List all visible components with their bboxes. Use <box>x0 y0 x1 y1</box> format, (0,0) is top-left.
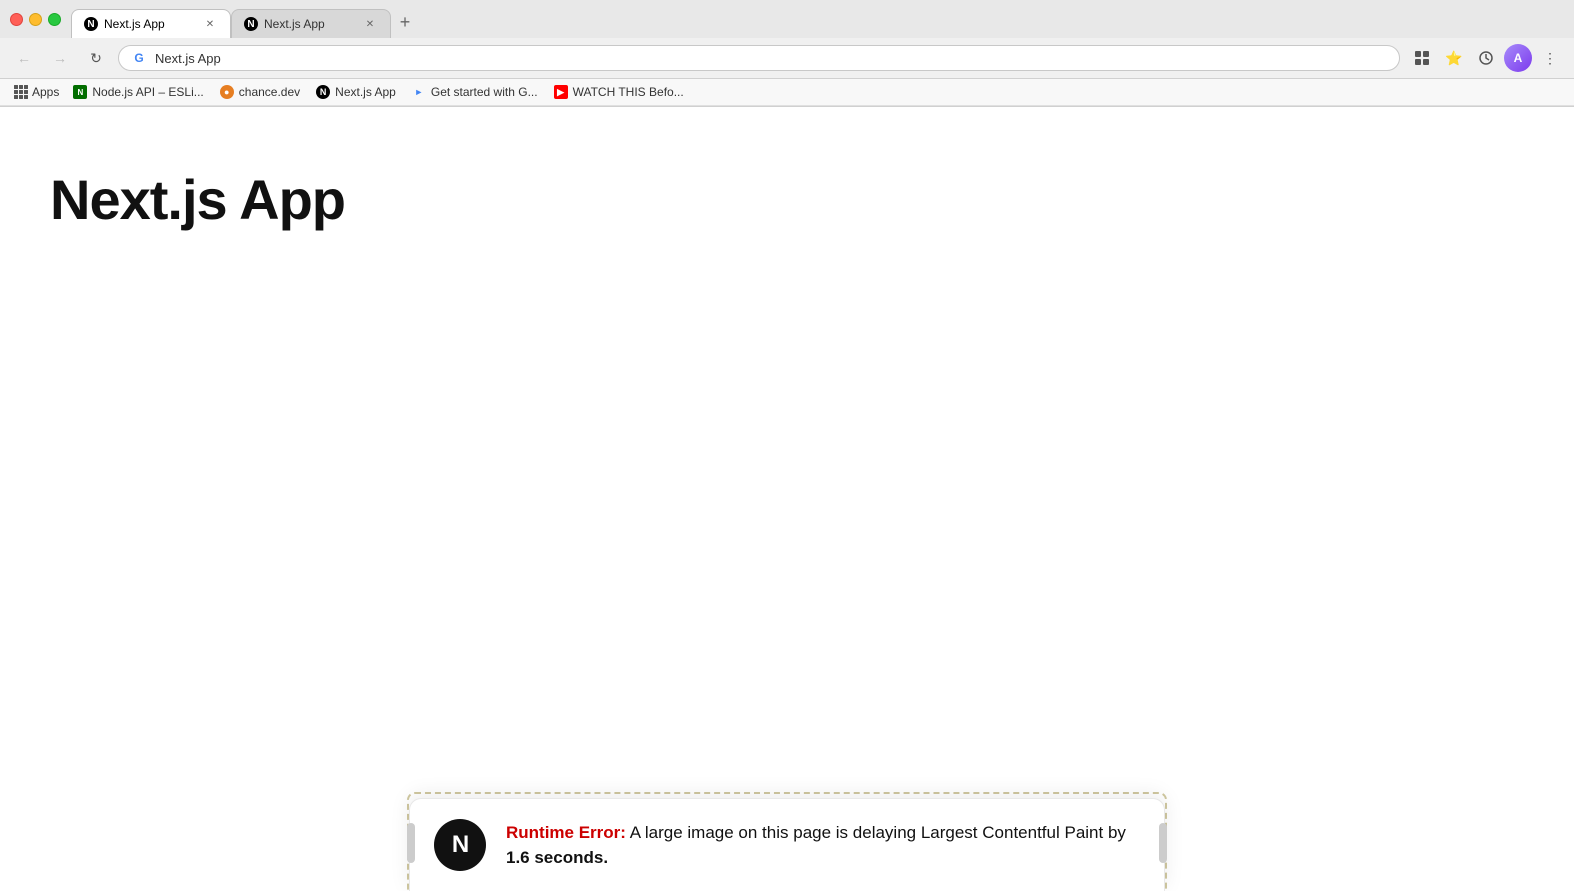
apps-label: Apps <box>32 85 59 99</box>
bookmark-item-node[interactable]: N Node.js API – ESLi... <box>67 83 209 101</box>
menu-button[interactable]: ⋮ <box>1536 44 1564 72</box>
bookmark-title-node: Node.js API – ESLi... <box>92 85 203 99</box>
traffic-lights <box>10 13 61 34</box>
nextjs-logo-letter: N <box>452 831 468 859</box>
bookmarks-apps[interactable]: Apps <box>10 83 63 101</box>
bookmark-favicon-youtube: ▶ <box>554 85 568 99</box>
address-favicon: G <box>131 50 147 66</box>
bookmark-item-gsuite[interactable]: ► Get started with G... <box>406 83 544 101</box>
tab-close-2[interactable]: ✕ <box>362 16 378 32</box>
tab-favicon-2: N <box>244 17 258 31</box>
tab-close-1[interactable]: ✕ <box>202 16 218 32</box>
tab-title-2: Next.js App <box>264 17 356 31</box>
minimize-window-button[interactable] <box>29 13 42 26</box>
page-heading: Next.js App <box>0 107 1574 232</box>
bookmark-item-nextjs[interactable]: N Next.js App <box>310 83 402 101</box>
runtime-error-icon: N <box>434 819 486 871</box>
page-content: Next.js App N Runtime Error: A large ima… <box>0 107 1574 891</box>
apps-grid-icon <box>14 85 28 99</box>
history-button[interactable] <box>1472 44 1500 72</box>
profile-avatar[interactable]: A <box>1504 44 1532 72</box>
back-button[interactable]: ← <box>10 44 38 72</box>
reload-button[interactable]: ↻ <box>82 44 110 72</box>
runtime-error-message: Runtime Error: A large image on this pag… <box>506 820 1140 871</box>
close-window-button[interactable] <box>10 13 23 26</box>
tab-title-1: Next.js App <box>104 17 196 31</box>
nav-bar: ← → ↻ G Next.js App ⭐ <box>0 38 1574 79</box>
bookmark-favicon-nextjs: N <box>316 85 330 99</box>
bookmarks-bar: Apps N Node.js API – ESLi... ● chance.de… <box>0 79 1574 106</box>
bookmark-item-chance[interactable]: ● chance.dev <box>214 83 306 101</box>
browser-tab-2[interactable]: N Next.js App ✕ <box>231 9 391 38</box>
forward-button[interactable]: → <box>46 44 74 72</box>
runtime-error-container: N Runtime Error: A large image on this p… <box>407 792 1167 891</box>
error-duration: 1.6 seconds. <box>506 848 608 867</box>
runtime-error-box: N Runtime Error: A large image on this p… <box>409 798 1165 891</box>
bookmark-item-youtube[interactable]: ▶ WATCH THIS Befo... <box>548 83 690 101</box>
browser-tab-1[interactable]: N Next.js App ✕ <box>71 9 231 38</box>
tabs-container: N Next.js App ✕ N Next.js App ✕ + <box>71 8 1564 38</box>
extensions-button[interactable] <box>1408 44 1436 72</box>
error-label: Runtime Error: <box>506 823 626 842</box>
error-message-text: A large image on this page is delaying L… <box>626 823 1126 842</box>
new-tab-button[interactable]: + <box>391 8 419 36</box>
maximize-window-button[interactable] <box>48 13 61 26</box>
address-bar[interactable]: G Next.js App <box>118 45 1400 71</box>
tab-favicon-1: N <box>84 17 98 31</box>
bookmark-title-nextjs: Next.js App <box>335 85 396 99</box>
address-text: Next.js App <box>155 51 1387 66</box>
bookmark-favicon-gsuite: ► <box>412 85 426 99</box>
bookmark-title-gsuite: Get started with G... <box>431 85 538 99</box>
title-bar: N Next.js App ✕ N Next.js App ✕ + <box>0 0 1574 38</box>
bookmark-favicon-node: N <box>73 85 87 99</box>
bookmark-title-chance: chance.dev <box>239 85 300 99</box>
browser-chrome: N Next.js App ✕ N Next.js App ✕ + ← → ↻ … <box>0 0 1574 107</box>
nav-actions: ⭐ A ⋮ <box>1408 44 1564 72</box>
resize-handle-right[interactable] <box>1159 823 1167 863</box>
bookmark-button[interactable]: ⭐ <box>1440 44 1468 72</box>
bookmark-title-youtube: WATCH THIS Befo... <box>573 85 684 99</box>
resize-handle-left[interactable] <box>407 823 415 863</box>
bookmark-favicon-chance: ● <box>220 85 234 99</box>
